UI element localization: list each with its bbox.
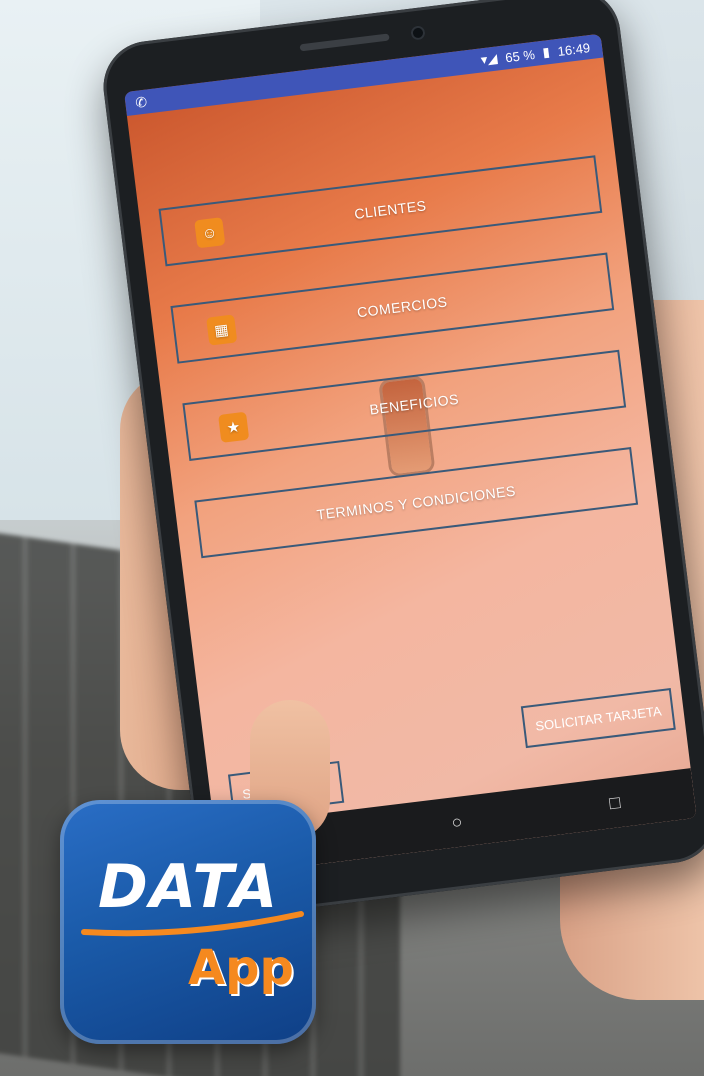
wifi-signal-icons: ▾◢ [479, 50, 499, 68]
menu-item-label: BENEFICIOS [368, 390, 460, 418]
menu-item-clientes[interactable]: ☺ CLIENTES [158, 155, 603, 267]
recents-icon[interactable]: □ [608, 792, 621, 814]
home-icon[interactable]: ○ [450, 811, 463, 833]
menu-item-label: CLIENTES [353, 197, 428, 222]
battery-percent: 65 % [504, 46, 536, 65]
store-icon: ▦ [206, 314, 238, 346]
clients-icon: ☺ [194, 217, 226, 249]
logo-swoosh [81, 911, 304, 937]
solicitar-tarjeta-button[interactable]: SOLICITAR TARJETA [520, 687, 676, 749]
data-app-logo: DATA App [60, 800, 316, 1044]
menu-item-label: TERMINOS Y CONDICIONES [315, 482, 517, 523]
status-bar: ✆ ▾◢ 65 % ▮ 16:49 [124, 33, 604, 116]
phone-camera [410, 25, 426, 41]
background-scene: ✆ ▾◢ 65 % ▮ 16:49 ☺ CLIENTES ▦ COMERCIOS… [0, 0, 704, 1076]
menu-item-label: COMERCIOS [356, 293, 449, 321]
whatsapp-icon: ✆ [134, 92, 148, 111]
smartphone: ✆ ▾◢ 65 % ▮ 16:49 ☺ CLIENTES ▦ COMERCIOS… [98, 0, 704, 921]
phone-speaker [299, 33, 390, 52]
logo-text-app: App [188, 940, 294, 996]
battery-icon: ▮ [541, 44, 551, 60]
menu-item-comercios[interactable]: ▦ COMERCIOS [170, 252, 615, 364]
app-screen: ✆ ▾◢ 65 % ▮ 16:49 ☺ CLIENTES ▦ COMERCIOS… [124, 33, 697, 877]
status-time: 16:49 [556, 39, 591, 59]
benefits-icon: ★ [218, 411, 250, 443]
